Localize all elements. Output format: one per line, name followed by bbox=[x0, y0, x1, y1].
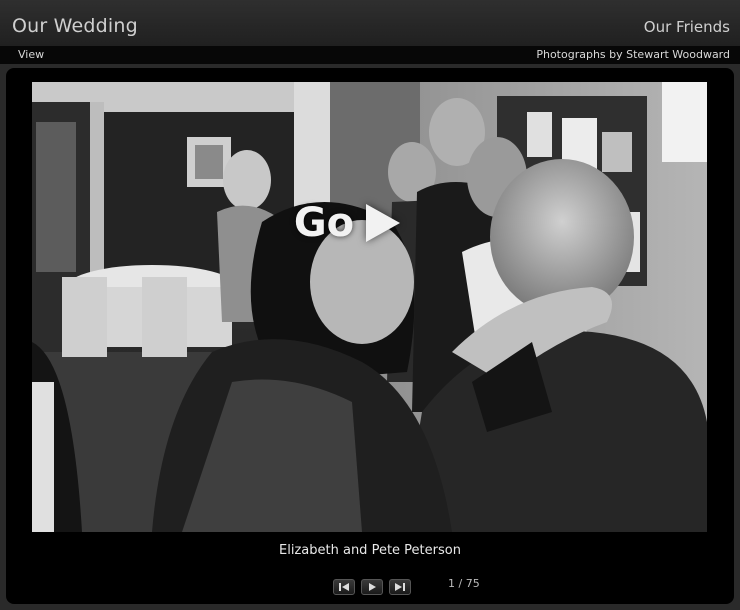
next-button[interactable] bbox=[389, 579, 411, 595]
play-icon bbox=[369, 583, 376, 591]
previous-icon bbox=[339, 583, 349, 591]
photo-image bbox=[32, 82, 707, 532]
slideshow-photo[interactable] bbox=[32, 82, 707, 532]
slideshow-controls bbox=[333, 579, 411, 595]
site-title[interactable]: Our Wedding bbox=[12, 15, 138, 37]
photographer-credit: Photographs by Stewart Woodward bbox=[536, 48, 730, 61]
go-play-overlay[interactable]: Go bbox=[285, 190, 409, 256]
next-icon bbox=[395, 583, 405, 591]
previous-button[interactable] bbox=[333, 579, 355, 595]
header-bar: Our Wedding Our Friends bbox=[0, 0, 740, 47]
view-menu-link[interactable]: View bbox=[18, 48, 44, 61]
play-arrow-icon bbox=[366, 204, 401, 242]
go-label: Go bbox=[293, 200, 355, 246]
photo-caption: Elizabeth and Pete Peterson bbox=[279, 543, 461, 558]
play-button[interactable] bbox=[361, 579, 383, 595]
photo-counter: 1 / 75 bbox=[448, 577, 480, 590]
sub-bar: View Photographs by Stewart Woodward bbox=[0, 46, 740, 64]
gallery-title[interactable]: Our Friends bbox=[644, 18, 730, 36]
